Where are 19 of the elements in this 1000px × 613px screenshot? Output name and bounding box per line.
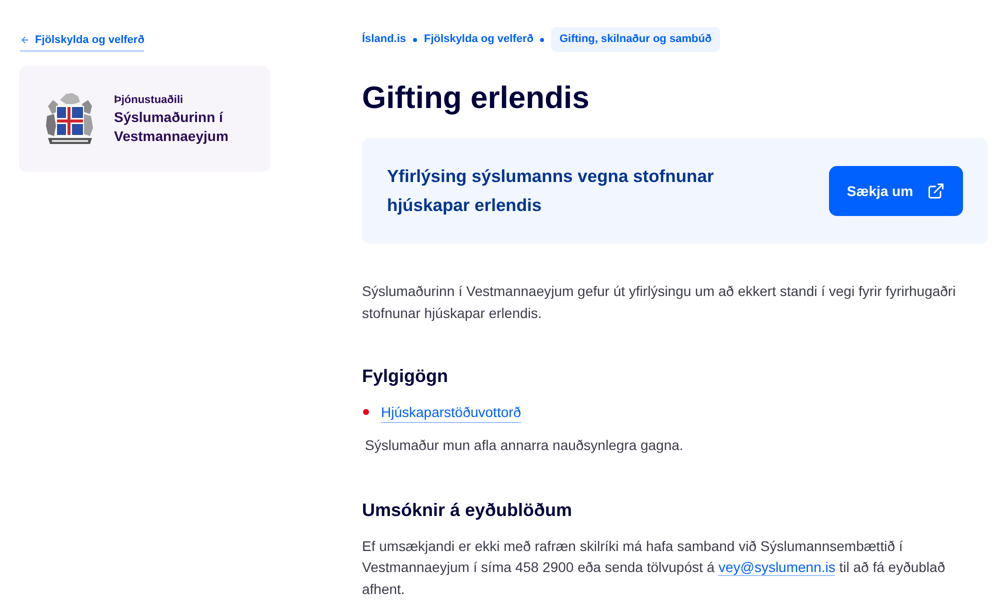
contact-paragraph: Ef umsækjandi er ekki með rafræn skilríki má hafa samband við Sýslumannsembættið í Vestmannaeyjum í síma 458 2900 eða senda tölvupóst á vey@syslumenn.is til að fá eyðublað afhent. — [362, 536, 946, 598]
body-paragraph: Sýslumaðurinn í Vestmannaeyjum gefur út yfirlýsingu um að ekkert standi í vegi fyrir fyrirhugaðri stofnunar hjúskapar erlendis. — [362, 282, 957, 323]
body-paragraph: Sýslumaður mun afla annarra nauðsynlegra gagna. — [365, 436, 684, 455]
arrow-left-icon — [20, 35, 30, 45]
section-heading: Fylgigögn — [362, 365, 449, 388]
document-link[interactable]: Hjúskaparstöðuvottorð — [381, 402, 522, 422]
provider-name: Sýslumaðurinn í Vestmannaeyjum — [114, 108, 230, 146]
breadcrumb-link[interactable]: Ísland.is — [362, 31, 406, 48]
provider-caption: Þjónustuaðili — [114, 93, 184, 108]
section-heading: Umsóknir á eyðublöðum — [362, 498, 574, 522]
breadcrumb-link[interactable]: Fjölskylda og velferð — [424, 31, 534, 48]
coat-of-arms-logo — [44, 92, 96, 146]
banner-title: Yfirlýsing sýslumanns vegna stofnunar hjúskapar erlendis — [387, 165, 715, 217]
back-link[interactable]: Fjölskylda og velferð — [20, 32, 144, 52]
email-link[interactable]: vey@syslumenn.is — [718, 559, 836, 576]
external-link-icon — [927, 182, 946, 200]
breadcrumb-link[interactable]: Gifting, skilnaður og sambúð — [551, 27, 720, 52]
apply-button[interactable]: Sækja um — [829, 166, 963, 216]
page-title: Gifting erlendis — [362, 79, 590, 117]
